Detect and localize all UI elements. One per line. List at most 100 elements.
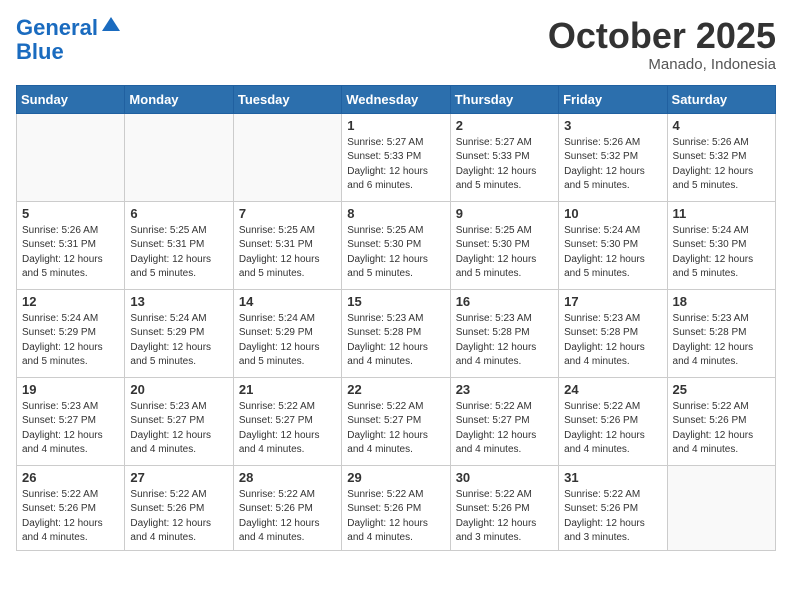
weekday-header-tuesday: Tuesday — [233, 85, 341, 113]
calendar-week-row: 1Sunrise: 5:27 AM Sunset: 5:33 PM Daylig… — [17, 113, 776, 201]
day-number: 15 — [347, 294, 444, 309]
calendar-day-16: 16Sunrise: 5:23 AM Sunset: 5:28 PM Dayli… — [450, 289, 558, 377]
weekday-header-monday: Monday — [125, 85, 233, 113]
calendar-header-row: SundayMondayTuesdayWednesdayThursdayFrid… — [17, 85, 776, 113]
day-info: Sunrise: 5:22 AM Sunset: 5:26 PM Dayligh… — [456, 488, 553, 546]
day-number: 30 — [456, 470, 553, 485]
day-number: 16 — [456, 294, 553, 309]
weekday-header-saturday: Saturday — [667, 85, 775, 113]
calendar-day-11: 11 Sunrise: 5:24 AM Sunset: 5:30 PM Dayli… — [667, 201, 775, 289]
day-number: 2 — [456, 118, 553, 133]
weekday-header-wednesday: Wednesday — [342, 85, 450, 113]
day-number: 22 — [347, 382, 444, 397]
day-number: 18 — [673, 294, 770, 309]
day-number: 31 — [564, 470, 661, 485]
logo-icon — [100, 15, 122, 33]
day-info: Sunrise: 5:26 AM Sunset: 5:32 PM Dayligh… — [673, 136, 770, 194]
calendar-day-1: 1Sunrise: 5:27 AM Sunset: 5:33 PM Daylig… — [342, 113, 450, 201]
day-info: Sunrise: 5:23 AM Sunset: 5:28 PM Dayligh… — [564, 312, 661, 370]
calendar-week-row: 5 Sunrise: 5:26 AM Sunset: 5:31 PM Daylig… — [17, 201, 776, 289]
calendar-day-17: 17 Sunrise: 5:23 AM Sunset: 5:28 PM Dayli… — [559, 289, 667, 377]
day-info: Sunrise: 5:25 AM Sunset: 5:31 PM Dayligh… — [239, 224, 336, 282]
day-info: Sunrise: 5:22 AM Sunset: 5:27 PM Dayligh… — [239, 400, 336, 458]
calendar-day-12: 12 Sunrise: 5:24 AM Sunset: 5:29 PM Dayli… — [17, 289, 125, 377]
day-number: 10 — [564, 206, 661, 221]
day-info: Sunrise: 5:22 AM Sunset: 5:27 PM Dayligh… — [456, 400, 553, 458]
calendar-empty-cell — [125, 113, 233, 201]
calendar-day-29: 29 Sunrise: 5:22 AM Sunset: 5:26 PM Dayli… — [342, 465, 450, 550]
calendar-day-10: 10 Sunrise: 5:24 AM Sunset: 5:30 PM Dayli… — [559, 201, 667, 289]
calendar-empty-cell — [667, 465, 775, 550]
calendar-empty-cell — [233, 113, 341, 201]
day-info: Sunrise: 5:24 AM Sunset: 5:30 PM Dayligh… — [673, 224, 770, 282]
weekday-header-sunday: Sunday — [17, 85, 125, 113]
day-number: 20 — [130, 382, 227, 397]
weekday-header-thursday: Thursday — [450, 85, 558, 113]
day-number: 9 — [456, 206, 553, 221]
day-info: Sunrise: 5:22 AM Sunset: 5:26 PM Dayligh… — [673, 400, 770, 458]
day-info: Sunrise: 5:22 AM Sunset: 5:26 PM Dayligh… — [130, 488, 227, 546]
calendar-day-14: 14 Sunrise: 5:24 AM Sunset: 5:29 PM Dayli… — [233, 289, 341, 377]
day-info: Sunrise: 5:25 AM Sunset: 5:30 PM Dayligh… — [456, 224, 553, 282]
day-info: Sunrise: 5:23 AM Sunset: 5:28 PM Dayligh… — [673, 312, 770, 370]
day-number: 27 — [130, 470, 227, 485]
day-number: 6 — [130, 206, 227, 221]
day-number: 4 — [673, 118, 770, 133]
calendar-day-30: 30 Sunrise: 5:22 AM Sunset: 5:26 PM Dayli… — [450, 465, 558, 550]
day-number: 25 — [673, 382, 770, 397]
day-number: 17 — [564, 294, 661, 309]
calendar-day-28: 28Sunrise: 5:22 AM Sunset: 5:26 PM Dayli… — [233, 465, 341, 550]
location: Manado, Indonesia — [548, 56, 776, 73]
day-info: Sunrise: 5:24 AM Sunset: 5:30 PM Dayligh… — [564, 224, 661, 282]
day-info: Sunrise: 5:22 AM Sunset: 5:27 PM Dayligh… — [347, 400, 444, 458]
day-info: Sunrise: 5:24 AM Sunset: 5:29 PM Dayligh… — [130, 312, 227, 370]
title-block: October 2025 Manado, Indonesia — [548, 16, 776, 73]
day-info: Sunrise: 5:26 AM Sunset: 5:32 PM Dayligh… — [564, 136, 661, 194]
day-info: Sunrise: 5:24 AM Sunset: 5:29 PM Dayligh… — [22, 312, 119, 370]
calendar-day-9: 9 Sunrise: 5:25 AM Sunset: 5:30 PM Daylig… — [450, 201, 558, 289]
calendar-day-4: 4 Sunrise: 5:26 AM Sunset: 5:32 PM Daylig… — [667, 113, 775, 201]
calendar-day-6: 6Sunrise: 5:25 AM Sunset: 5:31 PM Daylig… — [125, 201, 233, 289]
calendar-day-27: 27 Sunrise: 5:22 AM Sunset: 5:26 PM Dayli… — [125, 465, 233, 550]
day-number: 14 — [239, 294, 336, 309]
day-info: Sunrise: 5:23 AM Sunset: 5:27 PM Dayligh… — [22, 400, 119, 458]
calendar-day-26: 26Sunrise: 5:22 AM Sunset: 5:26 PM Dayli… — [17, 465, 125, 550]
weekday-header-friday: Friday — [559, 85, 667, 113]
calendar-day-13: 13 Sunrise: 5:24 AM Sunset: 5:29 PM Dayli… — [125, 289, 233, 377]
calendar-day-8: 8Sunrise: 5:25 AM Sunset: 5:30 PM Daylig… — [342, 201, 450, 289]
day-info: Sunrise: 5:24 AM Sunset: 5:29 PM Dayligh… — [239, 312, 336, 370]
day-number: 29 — [347, 470, 444, 485]
calendar-day-23: 23Sunrise: 5:22 AM Sunset: 5:27 PM Dayli… — [450, 377, 558, 465]
page-header: General Blue October 2025 Manado, Indone… — [16, 16, 776, 73]
calendar-day-22: 22 Sunrise: 5:22 AM Sunset: 5:27 PM Dayli… — [342, 377, 450, 465]
calendar-day-31: 31 Sunrise: 5:22 AM Sunset: 5:26 PM Dayli… — [559, 465, 667, 550]
logo-blue: Blue — [16, 40, 122, 64]
day-number: 26 — [22, 470, 119, 485]
day-info: Sunrise: 5:22 AM Sunset: 5:26 PM Dayligh… — [347, 488, 444, 546]
day-number: 5 — [22, 206, 119, 221]
calendar-day-21: 21 Sunrise: 5:22 AM Sunset: 5:27 PM Dayli… — [233, 377, 341, 465]
day-info: Sunrise: 5:22 AM Sunset: 5:26 PM Dayligh… — [564, 400, 661, 458]
day-info: Sunrise: 5:27 AM Sunset: 5:33 PM Dayligh… — [456, 136, 553, 194]
day-info: Sunrise: 5:27 AM Sunset: 5:33 PM Dayligh… — [347, 136, 444, 194]
calendar-week-row: 26 Sunrise: 5:22 AM Sunset: 5:26 PM Dayli… — [17, 465, 776, 550]
calendar-day-15: 15Sunrise: 5:23 AM Sunset: 5:28 PM Dayli… — [342, 289, 450, 377]
day-info: Sunrise: 5:25 AM Sunset: 5:30 PM Dayligh… — [347, 224, 444, 282]
calendar-day-20: 20 Sunrise: 5:23 AM Sunset: 5:27 PM Dayli… — [125, 377, 233, 465]
day-number: 12 — [22, 294, 119, 309]
day-info: Sunrise: 5:26 AM Sunset: 5:31 PM Dayligh… — [22, 224, 119, 282]
day-number: 13 — [130, 294, 227, 309]
calendar-day-19: 19Sunrise: 5:23 AM Sunset: 5:27 PM Dayli… — [17, 377, 125, 465]
calendar-day-24: 24Sunrise: 5:22 AM Sunset: 5:26 PM Dayli… — [559, 377, 667, 465]
calendar-day-25: 25 Sunrise: 5:22 AM Sunset: 5:26 PM Dayli… — [667, 377, 775, 465]
calendar-day-3: 3Sunrise: 5:26 AM Sunset: 5:32 PM Daylig… — [559, 113, 667, 201]
day-info: Sunrise: 5:23 AM Sunset: 5:27 PM Dayligh… — [130, 400, 227, 458]
day-number: 11 — [673, 206, 770, 221]
day-info: Sunrise: 5:22 AM Sunset: 5:26 PM Dayligh… — [564, 488, 661, 546]
calendar-week-row: 19Sunrise: 5:23 AM Sunset: 5:27 PM Dayli… — [17, 377, 776, 465]
calendar-day-18: 18 Sunrise: 5:23 AM Sunset: 5:28 PM Dayli… — [667, 289, 775, 377]
logo-general: General — [16, 16, 98, 40]
day-number: 21 — [239, 382, 336, 397]
calendar-day-5: 5 Sunrise: 5:26 AM Sunset: 5:31 PM Daylig… — [17, 201, 125, 289]
calendar-table: SundayMondayTuesdayWednesdayThursdayFrid… — [16, 85, 776, 551]
